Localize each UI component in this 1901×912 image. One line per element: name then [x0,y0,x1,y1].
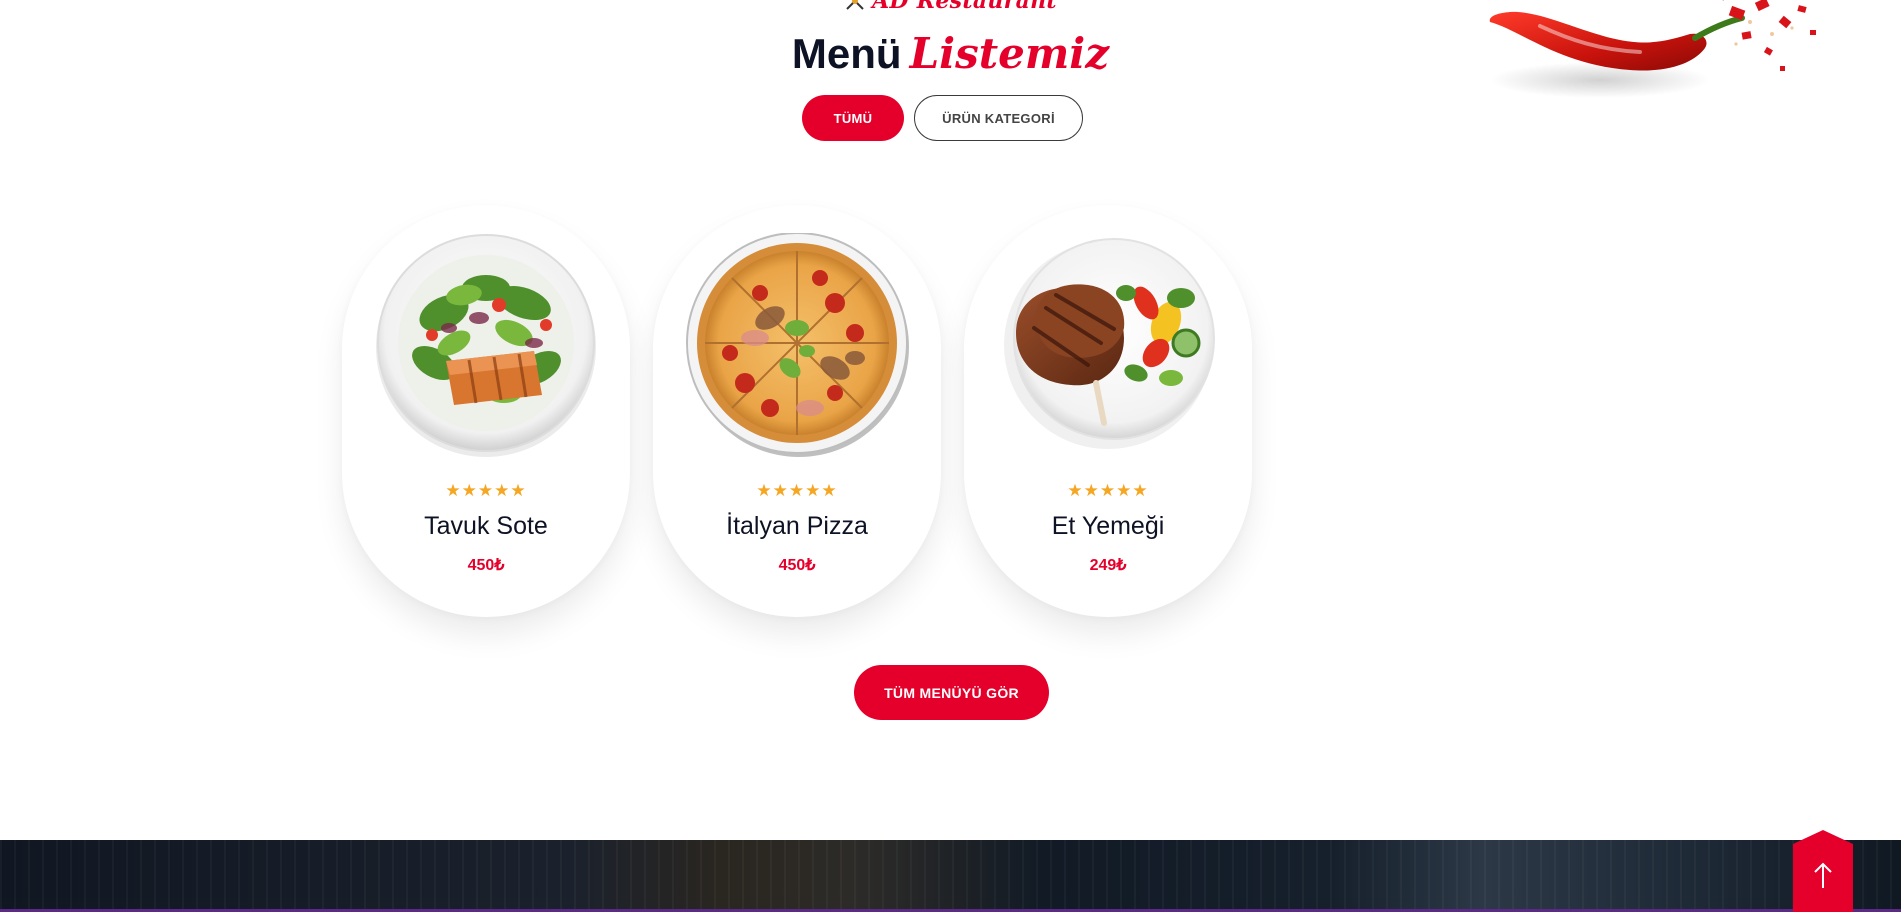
menu-item-name[interactable]: Tavuk Sote [342,512,630,541]
footer-pattern [0,840,1901,912]
steak-plate-image [1004,238,1215,449]
crossed-utensils-icon [844,0,866,12]
menu-item-price: 249₺ [1089,557,1127,574]
tab-product-category[interactable]: ÜRÜN KATEGORİ [914,95,1083,141]
menu-item-name[interactable]: İtalyan Pizza [653,512,941,541]
section-title: Menü Listemiz [0,24,1901,84]
back-to-top-button[interactable] [1793,830,1853,912]
tab-all[interactable]: TÜMÜ [802,95,904,141]
rating-stars: ★★★★★ [756,481,838,501]
rating-stars: ★★★★★ [1067,481,1149,501]
section-title-main: Menü [791,30,902,77]
footer-background-band [0,840,1901,912]
menu-item-card[interactable]: ★★★★★ İtalyan Pizza 450₺ [653,205,941,617]
salad-plate-image [376,234,596,457]
section-title-accent: Listemiz [909,29,1110,78]
menu-item-card[interactable]: ★★★★★ Tavuk Sote 450₺ [342,205,630,617]
menu-item-name[interactable]: Et Yemeği [964,512,1252,541]
brand-name: AD Restaurant [872,0,1057,14]
page: AD Restaurant Menü Listemiz TÜMÜ ÜRÜN KA… [0,0,1901,912]
menu-item-price: 450₺ [467,557,505,574]
menu-item-card[interactable]: ★★★★★ Et Yemeği 249₺ [964,205,1252,617]
view-full-menu-button[interactable]: TÜM MENÜYÜ GÖR [854,665,1049,720]
menu-item-price: 450₺ [778,557,816,574]
rating-stars: ★★★★★ [445,481,527,501]
pizza-image [686,233,909,457]
category-tabs: TÜMÜ ÜRÜN KATEGORİ [0,95,1901,141]
